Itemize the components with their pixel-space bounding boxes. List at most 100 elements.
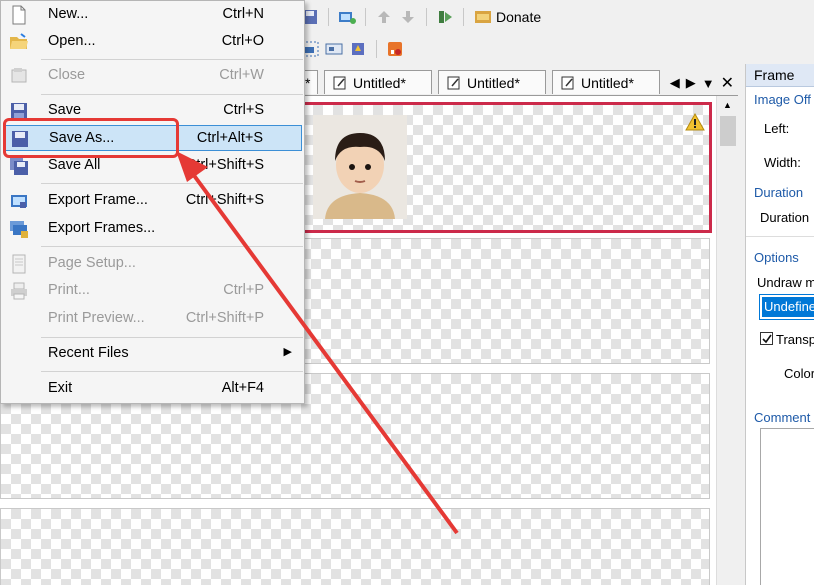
comment-section: Comment (754, 410, 811, 425)
width-label: Width: (764, 155, 801, 170)
menu-item-new[interactable]: New... Ctrl+N (3, 2, 302, 28)
save-all-icon (10, 157, 28, 175)
menu-item-close[interactable]: Close Ctrl+W (3, 63, 302, 89)
main-toolbar: Donate (300, 3, 543, 31)
toolbar-divider (365, 8, 366, 26)
toolbar-divider (463, 8, 464, 26)
duration-section: Duration (754, 185, 804, 200)
frame-item[interactable] (0, 508, 710, 585)
new-file-icon (12, 5, 26, 25)
comment-textarea[interactable] (760, 428, 814, 585)
scrollbar-thumb[interactable] (720, 116, 736, 146)
tab-untitled-3[interactable]: Untitled* (552, 70, 660, 94)
menu-item-shortcut: Alt+F4 (221, 380, 264, 396)
document-tabstrip: * Untitled* Untitled* Untitled* ◀ ▶ ▼ ✕ (300, 68, 738, 96)
menu-item-label: Save All (48, 157, 101, 173)
menu-item-label: Print Preview... (48, 310, 145, 326)
menu-separator (41, 94, 303, 95)
export-frames-icon (10, 221, 28, 238)
tab-controls: ◀ ▶ ▼ ✕ (670, 73, 734, 93)
frame-item-selected[interactable] (300, 102, 712, 233)
tab-label: Untitled* (353, 74, 406, 91)
tab-label: Untitled* (581, 74, 634, 91)
menu-item-label: Save (48, 102, 82, 118)
transparent-label: Transp (776, 332, 814, 347)
donate-label: Donate (496, 9, 542, 25)
frame-item[interactable] (300, 238, 710, 364)
document-edit-icon (561, 76, 574, 89)
menu-separator (41, 59, 303, 60)
submenu-arrow-icon: ▶ (283, 346, 292, 358)
transparent-checkbox[interactable] (760, 332, 773, 345)
toolbar-divider (328, 8, 329, 26)
menu-item-recent-files[interactable]: Recent Files ▶ (3, 341, 302, 367)
warning-icon (685, 113, 705, 131)
menu-item-shortcut: Ctrl+O (221, 33, 264, 49)
tab-list-icon[interactable]: ▼ (702, 76, 715, 91)
optimize-icon[interactable] (385, 39, 405, 59)
menu-item-shortcut: Ctrl+N (222, 6, 265, 22)
tab-scroll-right-icon[interactable]: ▶ (686, 75, 696, 91)
menu-item-label: Exit (48, 380, 73, 396)
document-edit-icon (447, 76, 460, 89)
menu-item-export-frames[interactable]: Export Frames... (3, 216, 302, 242)
tab-scroll-left-icon[interactable]: ◀ (670, 75, 680, 91)
menu-separator (41, 337, 303, 338)
menu-item-shortcut: Ctrl+Alt+S (196, 130, 263, 146)
menu-item-label: Page Setup... (48, 255, 136, 271)
color-label: Color (784, 366, 814, 381)
menu-item-page-setup[interactable]: Page Setup... (3, 251, 302, 277)
duration-label: Duration (760, 210, 810, 225)
menu-item-label: Print... (48, 282, 90, 298)
panel-header: Frame (746, 64, 814, 87)
printer-icon (11, 282, 27, 300)
undraw-label: Undraw m (757, 275, 814, 290)
scroll-up-icon[interactable]: ▲ (723, 100, 732, 110)
menu-item-exit[interactable]: Exit Alt+F4 (3, 376, 302, 402)
menu-item-shortcut: Ctrl+Shift+P (185, 310, 264, 326)
file-menu: New... Ctrl+N Open... Ctrl+O Close Ctrl+… (0, 0, 305, 404)
move-down-icon[interactable] (398, 7, 418, 27)
checkmark-icon (762, 334, 772, 344)
effects-icon[interactable] (348, 39, 368, 59)
add-frame-icon[interactable] (337, 7, 357, 27)
menu-item-export-frame[interactable]: Export Frame... Ctrl+Shift+S (3, 188, 302, 214)
toolbar-divider (376, 40, 377, 58)
menu-item-print[interactable]: Print... Ctrl+P (3, 278, 302, 304)
page-setup-icon (12, 254, 26, 274)
menu-item-shortcut: Ctrl+P (223, 282, 264, 298)
menu-item-label: Export Frame... (48, 192, 148, 208)
menu-separator (41, 371, 303, 372)
secondary-toolbar (300, 35, 405, 63)
document-edit-icon (333, 76, 346, 89)
undraw-method-select[interactable]: Undefine (759, 294, 814, 320)
left-label: Left: (764, 121, 790, 136)
tab-untitled-1[interactable]: Untitled* (324, 70, 432, 94)
play-animation-icon[interactable] (435, 7, 455, 27)
frame-properties-icon[interactable] (324, 39, 344, 59)
menu-item-shortcut: Ctrl+Shift+S (185, 192, 264, 208)
menu-separator (41, 246, 303, 247)
frame-properties-panel: Frame Image Off Left: Width: Duration Du… (745, 64, 814, 585)
menu-item-label: Close (48, 67, 86, 83)
toolbar-divider (426, 8, 427, 26)
menu-item-print-preview[interactable]: Print Preview... Ctrl+Shift+P (3, 306, 302, 332)
tab-label: Untitled* (467, 74, 520, 91)
menu-item-label: Export Frames... (48, 220, 156, 236)
frames-scrollbar[interactable]: ▲ (716, 96, 739, 585)
export-frame-icon (11, 195, 27, 208)
annotation-highlight-box (3, 118, 179, 158)
menu-separator (41, 183, 303, 184)
move-up-icon[interactable] (374, 7, 394, 27)
menu-item-shortcut: Ctrl+W (219, 67, 264, 83)
open-folder-icon (10, 33, 28, 49)
menu-item-open[interactable]: Open... Ctrl+O (3, 29, 302, 55)
tab-untitled-2[interactable]: Untitled* (438, 70, 546, 94)
panel-divider (746, 236, 814, 237)
donate-icon (475, 11, 491, 23)
menu-item-shortcut: Ctrl+Shift+S (185, 157, 264, 173)
menu-item-label: Recent Files (48, 345, 129, 361)
close-document-icon (11, 68, 27, 83)
close-tab-icon[interactable]: ✕ (721, 73, 734, 93)
donate-button[interactable]: Donate (472, 6, 543, 28)
